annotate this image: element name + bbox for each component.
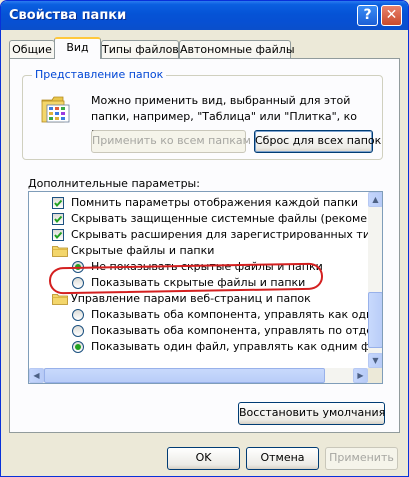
horizontal-scrollbar[interactable]: ◀ ▶ <box>29 368 368 383</box>
check-icon <box>54 231 63 240</box>
checkbox[interactable] <box>52 197 64 209</box>
apply-button[interactable]: Применить <box>325 447 398 470</box>
list-item-label: Показывать оба компонента, управлять как… <box>91 308 383 321</box>
ok-button[interactable]: OK <box>167 447 240 470</box>
tab-file-types[interactable]: Типы файлов <box>101 40 179 58</box>
close-button[interactable]: ✕ <box>381 5 402 26</box>
vertical-scroll-thumb[interactable] <box>368 292 382 348</box>
folder-view-legend: Представление папок <box>32 68 167 81</box>
radio-button[interactable] <box>72 341 84 353</box>
list-item-label: Показывать один файл, управлять как одни… <box>91 340 383 353</box>
tab-general[interactable]: Общие <box>9 40 55 58</box>
vertical-scrollbar[interactable]: ▲ ▼ <box>368 192 382 368</box>
checkbox[interactable] <box>52 229 64 241</box>
scroll-right-button[interactable]: ▶ <box>353 368 368 383</box>
list-item-label: Показывать оба компонента, управлять по … <box>91 324 383 337</box>
scrollbar-corner <box>368 368 382 383</box>
folder-view-icon <box>41 96 70 123</box>
list-item-label: Скрытые файлы и папки <box>71 244 215 257</box>
list-item-label: Скрывать расширения для зарегистрированн… <box>71 228 383 241</box>
scroll-left-button[interactable]: ◀ <box>29 368 44 383</box>
reset-all-folders-button[interactable]: Сброс для всех папок <box>254 130 381 153</box>
folder-icon <box>52 246 68 257</box>
tab-view[interactable]: Вид <box>54 37 101 59</box>
red-highlight-ellipse <box>48 262 324 295</box>
radio-button[interactable] <box>72 309 84 321</box>
folder-icon <box>52 294 68 305</box>
radio-button[interactable] <box>72 325 84 337</box>
list-item-label: Скрывать защищенные системные файлы (рек… <box>71 212 383 225</box>
scroll-up-button[interactable]: ▲ <box>368 192 382 207</box>
title-bar[interactable]: Свойства папки ? ✕ <box>1 1 408 30</box>
folder-options-dialog: Свойства папки ? ✕ Общие Вид Типы файлов… <box>0 0 409 477</box>
apply-to-all-folders-button[interactable]: Применить ко всем папкам <box>91 130 251 153</box>
check-icon <box>54 199 63 208</box>
list-item-label: Управление парами веб-страниц и папок <box>71 292 311 305</box>
list-item-label: Помнить параметры отображения каждой пап… <box>71 196 359 209</box>
help-button[interactable]: ? <box>357 5 378 26</box>
window-title: Свойства папки <box>9 8 127 23</box>
horizontal-scroll-thumb[interactable] <box>44 368 325 383</box>
scroll-down-button[interactable]: ▼ <box>368 353 382 368</box>
tab-offline-files[interactable]: Автономные файлы <box>179 40 295 58</box>
checkbox[interactable] <box>52 213 64 225</box>
cancel-button[interactable]: Отмена <box>246 447 319 470</box>
check-icon <box>54 215 63 224</box>
restore-defaults-button[interactable]: Восстановить умолчания <box>238 402 385 425</box>
advanced-settings-label: Дополнительные параметры: <box>28 177 200 190</box>
